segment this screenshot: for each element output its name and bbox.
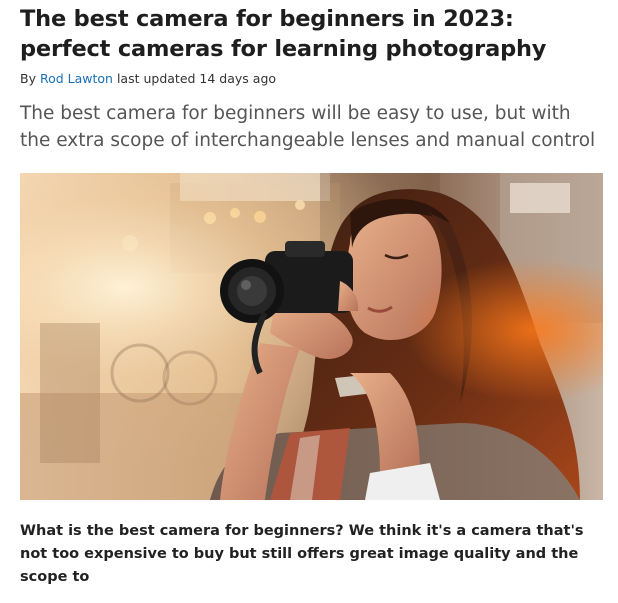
byline: By Rod Lawton last updated 14 days ago [20, 71, 604, 87]
hero-photo-illustration [20, 172, 603, 500]
standfirst: The best camera for beginners will be ea… [20, 103, 596, 151]
updated-text: last updated 14 days ago [116, 71, 277, 86]
author-link[interactable]: Rod Lawton [40, 71, 113, 86]
byline-prefix: By [20, 71, 36, 86]
article-title: The best camera for beginners in 2023: p… [20, 6, 547, 62]
article: The best camera for beginners in 2023: p… [20, 0, 604, 603]
article-body-intro: What is the best camera for beginners? W… [20, 522, 584, 585]
hero-image [20, 172, 603, 500]
